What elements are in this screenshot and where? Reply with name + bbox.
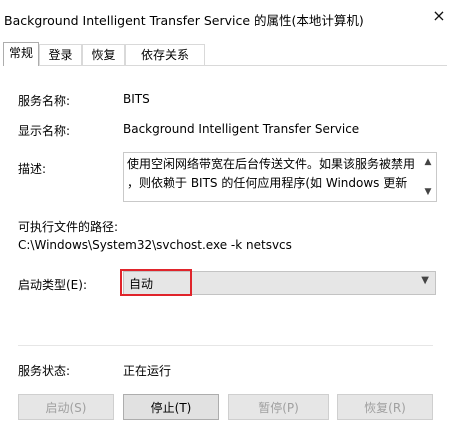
description-line-2: ，则依赖于 BITS 的任何应用程序(如 Windows 更新 xyxy=(127,176,408,190)
description-textbox[interactable]: 使用空闲网络带宽在后台传送文件。如果该服务被禁用 ，则依赖于 BITS 的任何应… xyxy=(123,152,437,202)
tab-recovery[interactable]: 恢复 xyxy=(82,44,125,66)
description-text: 使用空闲网络带宽在后台传送文件。如果该服务被禁用 ，则依赖于 BITS 的任何应… xyxy=(127,155,417,193)
title-bar: Background Intelligent Transfer Service … xyxy=(0,0,452,36)
close-icon[interactable]: × xyxy=(432,4,446,26)
divider xyxy=(18,345,433,346)
exe-path-label: 可执行文件的路径: xyxy=(18,220,119,234)
scroll-down-icon[interactable]: ▼ xyxy=(423,187,433,197)
chevron-down-icon[interactable]: ▼ xyxy=(421,275,429,286)
description-scrollbar[interactable]: ▲ ▼ xyxy=(420,153,436,201)
tab-dependencies[interactable]: 依存关系 xyxy=(125,44,205,66)
stop-button[interactable]: 停止(T) xyxy=(123,394,219,420)
window-title: Background Intelligent Transfer Service … xyxy=(4,13,364,28)
resume-button[interactable]: 恢复(R) xyxy=(337,394,433,420)
startup-type-label: 启动类型(E): xyxy=(18,278,87,292)
highlight-box xyxy=(120,269,192,296)
service-status-label: 服务状态: xyxy=(18,364,71,378)
display-name-value: Background Intelligent Transfer Service xyxy=(123,122,360,136)
tab-general[interactable]: 常规 xyxy=(3,42,39,66)
service-status-value: 正在运行 xyxy=(123,364,172,378)
scroll-up-icon[interactable]: ▲ xyxy=(423,157,433,167)
exe-path-value: C:\Windows\System32\svchost.exe -k netsv… xyxy=(18,238,292,252)
service-name-value: BITS xyxy=(123,92,150,106)
description-line-1: 使用空闲网络带宽在后台传送文件。如果该服务被禁用 xyxy=(127,157,416,171)
description-label: 描述: xyxy=(18,162,47,176)
start-button[interactable]: 启动(S) xyxy=(18,394,114,420)
pause-button[interactable]: 暂停(P) xyxy=(228,394,329,420)
tab-logon[interactable]: 登录 xyxy=(39,44,82,66)
service-name-label: 服务名称: xyxy=(18,94,71,108)
display-name-label: 显示名称: xyxy=(18,124,71,138)
